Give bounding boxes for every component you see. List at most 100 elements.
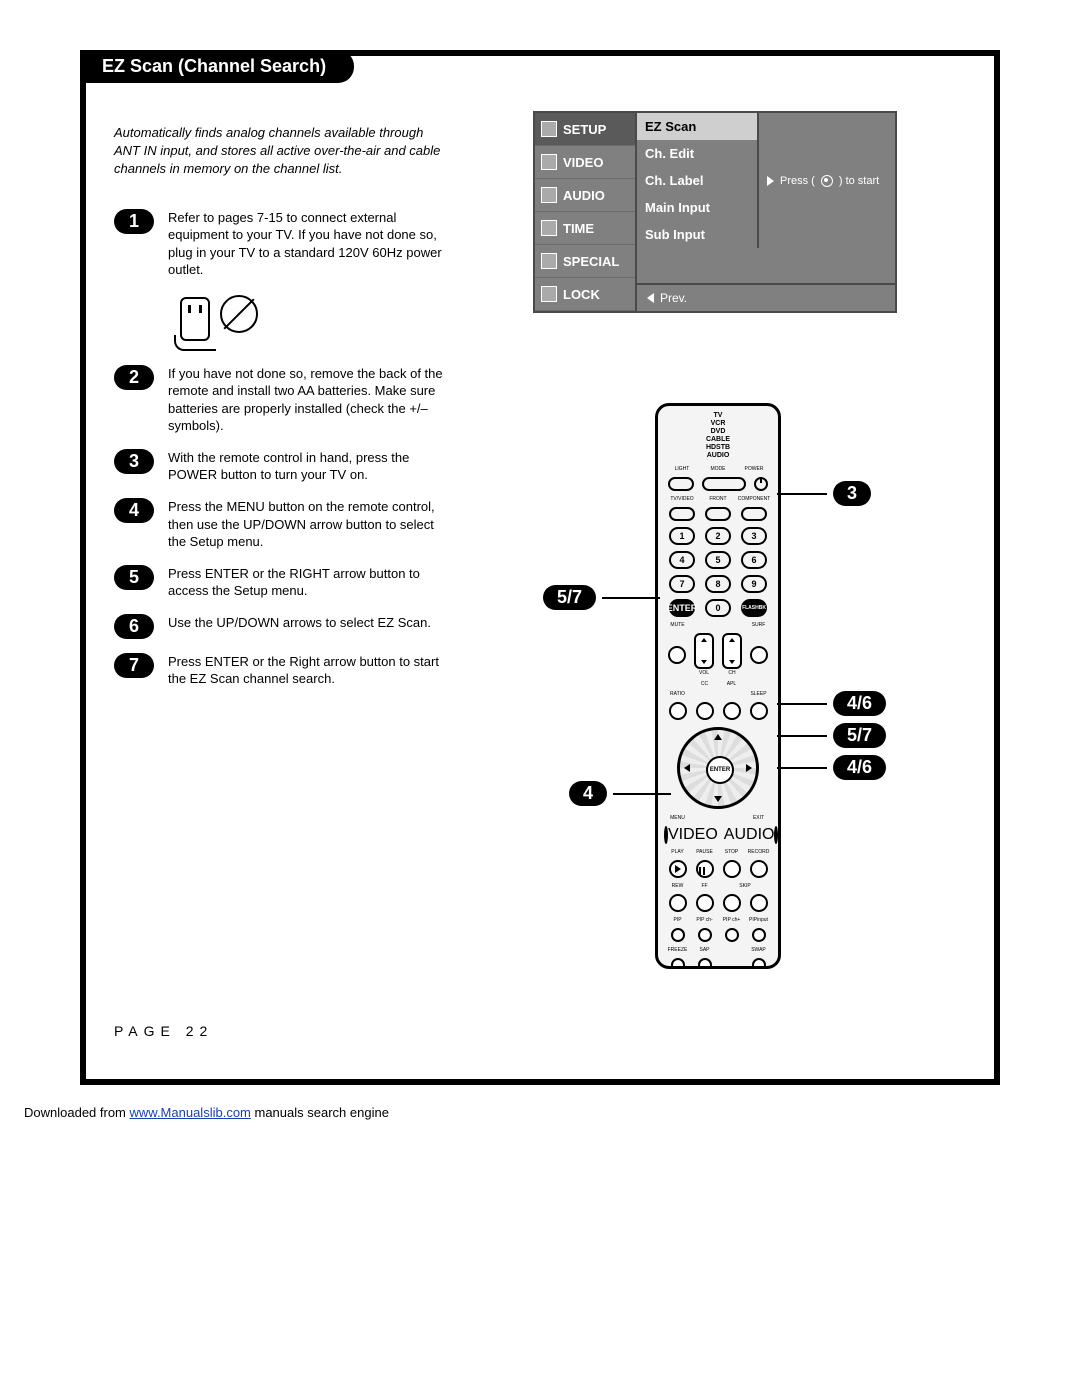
cord-icon — [174, 335, 216, 351]
rew-button[interactable] — [669, 894, 687, 912]
keypad-4[interactable]: 4 — [669, 551, 695, 569]
pause-button[interactable] — [696, 860, 714, 878]
osd-item-list: EZ Scan Ch. Edit Ch. Label Main Input Su… — [637, 113, 759, 248]
rew-label: REW — [664, 883, 691, 889]
osd-tab-label: AUDIO — [563, 188, 605, 203]
front-label: FRONT — [700, 496, 736, 502]
tvvideo-button[interactable] — [669, 507, 695, 521]
apl-button[interactable] — [723, 702, 741, 720]
keypad-2[interactable]: 2 — [705, 527, 731, 545]
enter-numpad-button[interactable]: ENTER — [669, 599, 695, 617]
light-button[interactable] — [668, 477, 694, 491]
page-number: PAGE 22 — [114, 1023, 966, 1039]
callout-nav-enter: 5/7 — [777, 723, 886, 748]
ff-button[interactable] — [696, 894, 714, 912]
swap-label: SWAP — [745, 947, 772, 953]
osd-tab-lock[interactable]: LOCK — [535, 278, 635, 311]
osd-tab-video[interactable]: VIDEO — [535, 146, 635, 179]
step-1: 1 Refer to pages 7-15 to connect externa… — [114, 209, 444, 279]
ratio-button[interactable] — [669, 702, 687, 720]
osd-item-chedit[interactable]: Ch. Edit — [637, 140, 757, 167]
callout-label: 4/6 — [833, 691, 886, 716]
front-button[interactable] — [705, 507, 731, 521]
power-button[interactable] — [754, 477, 768, 491]
pipchminus-button[interactable] — [698, 928, 712, 942]
keypad-5[interactable]: 5 — [705, 551, 731, 569]
wand-icon — [541, 253, 557, 269]
chevron-right-icon — [767, 176, 774, 186]
keypad-6[interactable]: 6 — [741, 551, 767, 569]
osd-tab-audio[interactable]: AUDIO — [535, 179, 635, 212]
osd-tab-special[interactable]: SPECIAL — [535, 245, 635, 278]
download-footer: Downloaded from www.Manualslib.com manua… — [24, 1105, 1080, 1120]
enter-button[interactable]: ENTER — [706, 756, 734, 784]
step-text: If you have not done so, remove the back… — [168, 365, 444, 435]
surf-label: SURF — [745, 622, 772, 628]
stop-button[interactable] — [723, 860, 741, 878]
pipinput-button[interactable] — [752, 928, 766, 942]
mute-button[interactable] — [668, 646, 686, 664]
ratio-label: RATIO — [664, 691, 691, 697]
keypad-9[interactable]: 9 — [741, 575, 767, 593]
remote-diagram: TV VCR DVD CABLE HDSTB AUDIO LIGHT MODE … — [525, 403, 905, 983]
nav-ring[interactable]: ENTER — [677, 727, 759, 809]
record-button[interactable] — [750, 860, 768, 878]
osd-tab-label: TIME — [563, 221, 594, 236]
play-button[interactable] — [669, 860, 687, 878]
osd-tab-setup[interactable]: SETUP — [535, 113, 635, 146]
arrow-left-icon — [684, 764, 690, 772]
volume-rocker[interactable] — [694, 633, 714, 669]
cc-button[interactable] — [696, 702, 714, 720]
channel-rocker[interactable] — [722, 633, 742, 669]
callout-nav-down: 4/6 — [777, 755, 886, 780]
download-link[interactable]: www.Manualslib.com — [130, 1105, 251, 1120]
keypad-3[interactable]: 3 — [741, 527, 767, 545]
keypad-0[interactable]: 0 — [705, 599, 731, 617]
swap-button[interactable] — [752, 958, 766, 969]
surf-button[interactable] — [750, 646, 768, 664]
osd-tab-time[interactable]: TIME — [535, 212, 635, 245]
callout-nav-up: 4/6 — [777, 691, 886, 716]
osd-category-tabs: SETUP VIDEO AUDIO TIME SPECIAL LOCK — [535, 113, 637, 311]
skip-fwd-button[interactable] — [750, 894, 768, 912]
osd-item-chlabel[interactable]: Ch. Label — [637, 167, 757, 194]
tvvideo-label: TV/VIDEO — [664, 496, 700, 502]
osd-item-maininput[interactable]: Main Input — [637, 194, 757, 221]
arrow-right-icon — [746, 764, 752, 772]
component-button[interactable] — [741, 507, 767, 521]
exit-button[interactable] — [774, 826, 778, 844]
pipchplus-button[interactable] — [725, 928, 739, 942]
osd-spacer — [637, 248, 895, 283]
skip-back-button[interactable] — [723, 894, 741, 912]
keypad-8[interactable]: 8 — [705, 575, 731, 593]
skip-label: SKIP — [718, 883, 772, 889]
enter-icon — [821, 175, 833, 187]
osd-item-subinput[interactable]: Sub Input — [637, 221, 757, 248]
pip-button[interactable] — [671, 928, 685, 942]
keypad-1[interactable]: 1 — [669, 527, 695, 545]
step-7: 7 Press ENTER or the Right arrow button … — [114, 653, 444, 688]
mode-button[interactable] — [702, 477, 746, 491]
keypad-7[interactable]: 7 — [669, 575, 695, 593]
callout-power: 3 — [777, 481, 871, 506]
step-3: 3 With the remote control in hand, press… — [114, 449, 444, 484]
step-4: 4 Press the MENU button on the remote co… — [114, 498, 444, 551]
callout-label: 3 — [833, 481, 871, 506]
pipinput-label: PIPinput — [745, 917, 772, 923]
step-5: 5 Press ENTER or the RIGHT arrow button … — [114, 565, 444, 600]
osd-item-ezscan[interactable]: EZ Scan — [637, 113, 757, 140]
pipchplus-label: PIP ch+ — [718, 917, 745, 923]
callout-label: 4 — [569, 781, 607, 806]
download-suffix: manuals search engine — [255, 1105, 389, 1120]
sap-button[interactable] — [698, 958, 712, 969]
download-prefix: Downloaded from — [24, 1105, 130, 1120]
step-text: Press ENTER or the Right arrow button to… — [168, 653, 444, 688]
manual-page-frame: EZ Scan (Channel Search) Automatically f… — [80, 50, 1000, 1085]
audio-label: AUDIO — [724, 826, 775, 844]
freeze-button[interactable] — [671, 958, 685, 969]
flashbk-button[interactable]: FLASHBK — [741, 599, 767, 617]
sleep-button[interactable] — [750, 702, 768, 720]
ch-label: CH — [722, 670, 742, 676]
right-column: SETUP VIDEO AUDIO TIME SPECIAL LOCK EZ S… — [464, 111, 966, 983]
lock-icon — [541, 286, 557, 302]
